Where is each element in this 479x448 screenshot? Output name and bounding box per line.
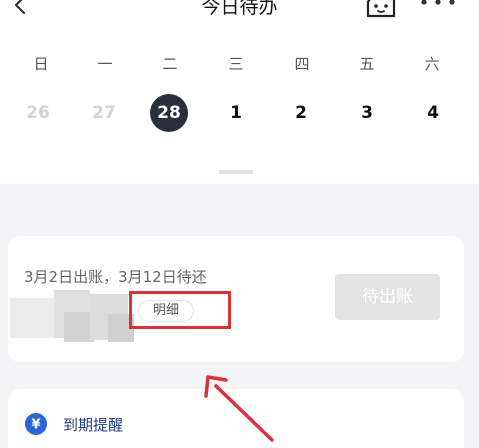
weekday-sun: 日 bbox=[33, 55, 49, 73]
reminder-card[interactable]: ¥ 到期提醒 bbox=[8, 389, 464, 448]
bill-status-text: 3月2日出账，3月12日待还 bbox=[24, 268, 207, 286]
highlight-annotation-box bbox=[129, 291, 231, 329]
date-cell[interactable]: 3 bbox=[348, 94, 386, 132]
weekday-thu: 四 bbox=[294, 55, 310, 73]
calendar-panel: 今日待办 日 一 二 三 四 五 六 26 27 28 1 2 3 4 bbox=[0, 0, 479, 184]
date-cell[interactable]: 26 bbox=[19, 94, 57, 132]
date-cell[interactable]: 27 bbox=[85, 94, 123, 132]
more-options-icon[interactable] bbox=[418, 0, 458, 8]
weekday-fri: 五 bbox=[359, 55, 375, 73]
weekday-sat: 六 bbox=[424, 55, 440, 73]
bill-card: 3月2日出账，3月12日待还 明细 待出账 bbox=[8, 236, 464, 362]
weekday-row: 日 一 二 三 四 五 六 bbox=[0, 53, 479, 75]
yen-wallet-icon: ¥ bbox=[25, 413, 47, 435]
blurred-amount bbox=[8, 290, 134, 344]
header: 今日待办 bbox=[0, 0, 479, 20]
yen-glyph: ¥ bbox=[31, 418, 40, 433]
pending-billing-button[interactable]: 待出账 bbox=[335, 274, 440, 320]
date-row: 26 27 28 1 2 3 4 bbox=[0, 94, 479, 132]
date-cell[interactable]: 2 bbox=[282, 94, 320, 132]
mascot-icon[interactable] bbox=[364, 0, 398, 20]
weekday-mon: 一 bbox=[97, 55, 113, 73]
weekday-wed: 三 bbox=[228, 55, 244, 73]
weekday-tue: 二 bbox=[162, 55, 178, 73]
date-cell[interactable]: 4 bbox=[414, 94, 452, 132]
drag-handle[interactable] bbox=[219, 170, 253, 174]
date-cell-selected[interactable]: 28 bbox=[150, 94, 188, 132]
date-cell[interactable]: 1 bbox=[217, 94, 255, 132]
reminder-label: 到期提醒 bbox=[63, 416, 124, 434]
page-title: 今日待办 bbox=[201, 0, 278, 18]
